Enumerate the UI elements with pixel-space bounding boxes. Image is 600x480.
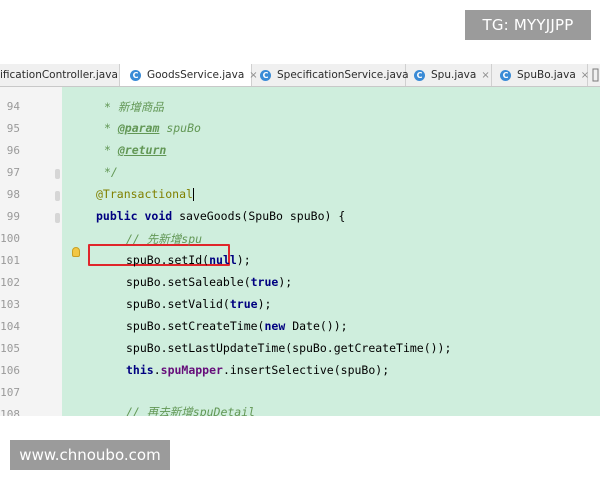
method-signature: saveGoods(SpuBo spuBo) { bbox=[172, 209, 346, 223]
line-number: 94 bbox=[6, 100, 20, 113]
code-text: ); bbox=[236, 253, 251, 267]
watermark-top: TG: MYYJJPP bbox=[465, 10, 591, 40]
code-editor: ificationController.java× CGoodsService.… bbox=[0, 64, 600, 416]
keyword: true bbox=[250, 275, 279, 289]
code-text: spuBo.setId( bbox=[126, 253, 210, 267]
code-line-95: * @param spuBo bbox=[104, 121, 201, 135]
code-line-99: public void saveGoods(SpuBo spuBo) { bbox=[96, 209, 345, 223]
tab-overflow-icon[interactable] bbox=[592, 68, 600, 82]
line-number: 95 bbox=[6, 122, 20, 135]
line-number: 103 bbox=[0, 298, 20, 311]
tab-label: SpuBo.java bbox=[517, 69, 576, 81]
line-number: 97 bbox=[6, 166, 20, 179]
tab-label: Spu.java bbox=[431, 69, 477, 81]
code-line-100: // 先新增spu bbox=[126, 232, 203, 246]
line-number: 100 bbox=[0, 232, 20, 245]
code-line-101: spuBo.setId(null); bbox=[126, 253, 251, 267]
code-line-103: spuBo.setValid(true); bbox=[126, 297, 271, 311]
line-number-gutter: 94 95 96 97 98 99 100 101 102 103 104 10… bbox=[0, 87, 62, 416]
code-text: spuBo.setSaleable( bbox=[126, 275, 251, 289]
code-text: ); bbox=[257, 297, 272, 311]
text-cursor bbox=[192, 188, 194, 201]
tab-label: SpecificationService.java bbox=[277, 69, 409, 81]
code-line-96: * @return bbox=[104, 143, 167, 157]
fold-marker[interactable] bbox=[55, 191, 60, 201]
keyword: void bbox=[144, 209, 173, 223]
line-number: 101 bbox=[0, 254, 20, 267]
tab-goods-service[interactable]: C GoodsService.java × bbox=[120, 64, 258, 86]
tab-label: ificationController.java bbox=[0, 69, 118, 81]
fold-marker[interactable] bbox=[55, 213, 60, 223]
line-number: 104 bbox=[0, 320, 20, 333]
close-icon[interactable]: × bbox=[581, 70, 589, 81]
java-class-icon: C bbox=[260, 69, 271, 81]
code-line-102: spuBo.setSaleable(true); bbox=[126, 275, 292, 289]
javadoc-param-name: spuBo bbox=[159, 121, 201, 135]
keyword: new bbox=[264, 319, 286, 333]
keyword: null bbox=[209, 253, 237, 267]
code-text: spuBo.setValid( bbox=[126, 297, 230, 311]
code-text: Date()); bbox=[285, 319, 348, 333]
line-number: 108 bbox=[0, 408, 20, 416]
keyword: true bbox=[229, 297, 258, 311]
line-number: 98 bbox=[6, 188, 20, 201]
tab-spu[interactable]: C Spu.java × bbox=[406, 64, 492, 86]
tab-spubo[interactable]: C SpuBo.java × bbox=[492, 64, 589, 86]
watermark-bottom: www.chnoubo.com bbox=[10, 440, 170, 470]
javadoc-param-tag: @param bbox=[117, 121, 160, 135]
code-line-97: */ bbox=[104, 165, 118, 179]
code-text: ); bbox=[278, 275, 293, 289]
code-text: spuBo.setCreateTime( bbox=[126, 319, 265, 333]
close-icon[interactable]: × bbox=[481, 70, 489, 81]
fold-marker[interactable] bbox=[55, 169, 60, 179]
transactional-annotation: @Transactional bbox=[96, 187, 193, 201]
tab-label: GoodsService.java bbox=[147, 69, 245, 81]
keyword: public bbox=[96, 209, 138, 223]
field-reference: spuMapper bbox=[160, 363, 223, 377]
java-class-icon: C bbox=[414, 69, 425, 81]
code-line-98: @Transactional bbox=[96, 187, 194, 201]
line-number: 106 bbox=[0, 364, 20, 377]
code-line-105: spuBo.setLastUpdateTime(spuBo.getCreateT… bbox=[126, 341, 452, 355]
javadoc-return-tag: @return bbox=[117, 143, 167, 157]
code-line-94: * 新增商品 bbox=[104, 100, 164, 114]
java-class-icon: C bbox=[130, 69, 141, 81]
code-text: . bbox=[153, 363, 161, 377]
line-number: 107 bbox=[0, 386, 20, 399]
line-number: 99 bbox=[6, 210, 20, 223]
code-line-104: spuBo.setCreateTime(new Date()); bbox=[126, 319, 348, 333]
code-text: .insertSelective(spuBo); bbox=[222, 363, 390, 377]
code-line-106: this.spuMapper.insertSelective(spuBo); bbox=[126, 363, 389, 377]
editor-tab-bar: ificationController.java× CGoodsService.… bbox=[0, 64, 600, 87]
tab-specification-controller[interactable]: ificationController.java× bbox=[0, 64, 131, 86]
lightbulb-icon[interactable] bbox=[72, 247, 80, 257]
line-number: 102 bbox=[0, 276, 20, 289]
line-number: 105 bbox=[0, 342, 20, 355]
code-line-108: // 再去新增spuDetail bbox=[126, 405, 256, 416]
line-number: 96 bbox=[6, 144, 20, 157]
keyword: this bbox=[126, 363, 154, 377]
java-class-icon: C bbox=[500, 69, 511, 81]
tab-specification-service[interactable]: CSpecificationService.java× bbox=[252, 64, 422, 86]
